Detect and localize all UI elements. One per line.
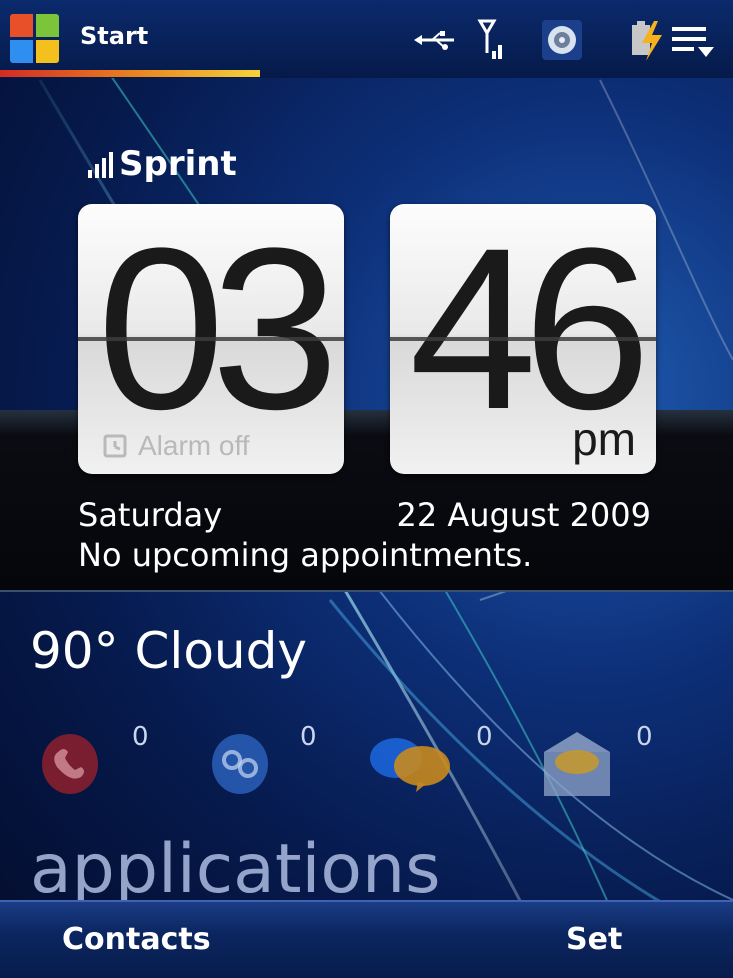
contacts-softkey[interactable]: Contacts [62, 922, 211, 957]
signal-antenna-icon[interactable] [474, 16, 508, 64]
carrier-name: Sprint [119, 144, 237, 184]
weather-summary[interactable]: 90° Cloudy [30, 622, 307, 680]
alarm-clock-icon [103, 434, 127, 458]
flip-split [390, 337, 656, 341]
email-count: 0 [636, 722, 653, 752]
voicemail-notification[interactable]: 0 [204, 722, 334, 812]
clock-hours-card[interactable]: 03 Alarm off [78, 204, 344, 474]
alarm-status-label: Alarm off [138, 430, 250, 461]
text-messages-count: 0 [476, 722, 493, 752]
clock-minutes-card[interactable]: 46 pm [390, 204, 656, 474]
title-bar: Start [0, 0, 733, 78]
carrier-label: Sprint [88, 144, 237, 184]
text-message-icon [370, 738, 450, 792]
clock-hours: 03 [97, 204, 339, 457]
text-messages-notification[interactable]: 0 [366, 722, 496, 812]
usb-connection-icon[interactable] [412, 16, 460, 64]
divider [0, 590, 733, 592]
alarm-status[interactable]: Alarm off [102, 430, 250, 462]
applications-tab[interactable]: applications [30, 830, 441, 909]
start-underline [0, 70, 260, 77]
missed-calls-notification[interactable]: 0 [36, 722, 166, 812]
voicemail-count: 0 [300, 722, 317, 752]
start-button[interactable]: Start [80, 22, 148, 50]
email-notification[interactable]: 0 [540, 722, 680, 812]
appointments-status[interactable]: No upcoming appointments. [78, 536, 532, 574]
day-of-week: Saturday [78, 496, 223, 534]
clock-minutes: 46 [409, 204, 651, 457]
missed-calls-count: 0 [132, 722, 149, 752]
full-date[interactable]: 22 August 2009 [397, 496, 651, 534]
today-screen: Start Sprint 03 Alarm off 46 pm Saturday… [0, 0, 733, 978]
signal-strength-icon [88, 152, 113, 178]
volume-icon[interactable] [538, 16, 586, 64]
set-softkey[interactable]: Set [566, 922, 622, 957]
email-icon [544, 732, 610, 796]
ampm-label: pm [572, 413, 636, 465]
battery-charging-menu-icon[interactable] [628, 16, 718, 64]
missed-call-icon [42, 734, 98, 794]
windows-logo-icon[interactable] [10, 14, 60, 64]
soft-key-bar: Contacts Set [0, 900, 733, 978]
voicemail-icon [212, 734, 268, 794]
flip-split [78, 337, 344, 341]
